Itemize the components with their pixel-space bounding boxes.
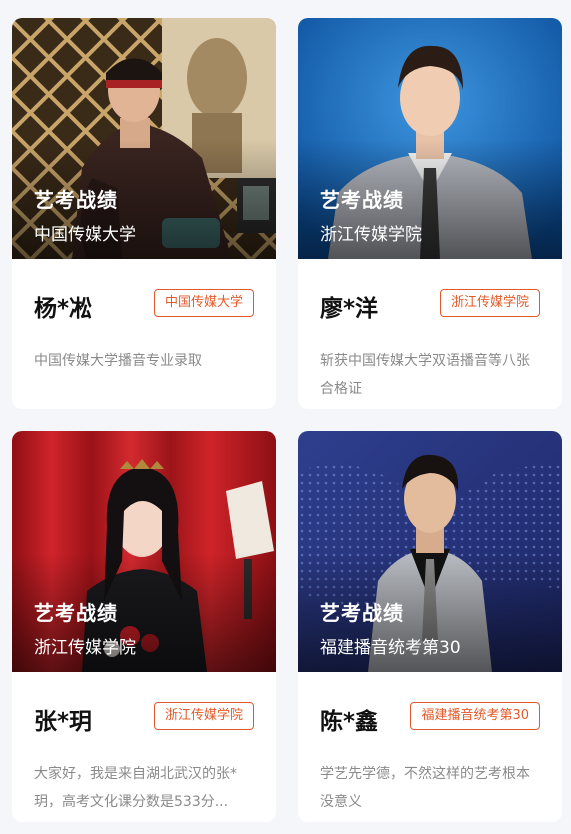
- student-description: 大家好，我是来自湖北武汉的张*玥，高考文化课分数是533分...: [34, 766, 237, 810]
- school-tag: 中国传媒大学: [153, 289, 254, 317]
- school-tag: 浙江传媒学院: [439, 289, 540, 317]
- student-description: 中国传媒大学播音专业录取: [34, 353, 202, 369]
- card-info: 张*玥 浙江传媒学院 大家好，我是来自湖北武汉的张*玥，高考文化课分数是533分…: [12, 672, 276, 822]
- card-info: 陈*鑫 福建播音统考第30 学艺先学德，不然这样的艺考根本没意义: [298, 672, 562, 822]
- student-name: 杨*凇: [34, 296, 93, 322]
- card-info: 杨*凇 中国传媒大学 中国传媒大学播音专业录取: [12, 259, 276, 409]
- photo-title: 艺考战绩: [320, 188, 404, 212]
- student-description: 斩获中国传媒大学双语播音等八张合格证: [320, 353, 530, 397]
- student-card[interactable]: 艺考战绩 浙江传媒学院 廖*洋 浙江传媒学院 斩获中国传媒大学双语播音等八张合格…: [298, 18, 562, 409]
- photo-title: 艺考战绩: [34, 188, 118, 212]
- student-photo: 艺考战绩 浙江传媒学院: [12, 431, 276, 672]
- photo-school: 福建播音统考第30: [320, 638, 461, 658]
- student-name: 陈*鑫: [320, 709, 379, 735]
- school-tag: 福建播音统考第30: [410, 702, 540, 730]
- photo-school: 浙江传媒学院: [320, 225, 422, 245]
- student-photo: 艺考战绩 福建播音统考第30: [298, 431, 562, 672]
- student-card-grid: 艺考战绩 中国传媒大学 杨*凇 中国传媒大学 中国传媒大学播音专业录取 艺考战绩…: [12, 18, 562, 822]
- student-card[interactable]: 艺考战绩 福建播音统考第30 陈*鑫 福建播音统考第30 学艺先学德，不然这样的…: [298, 431, 562, 822]
- school-tag: 浙江传媒学院: [153, 702, 254, 730]
- student-photo: 艺考战绩 浙江传媒学院: [298, 18, 562, 259]
- student-name: 廖*洋: [320, 296, 379, 322]
- card-info: 廖*洋 浙江传媒学院 斩获中国传媒大学双语播音等八张合格证: [298, 259, 562, 409]
- student-card[interactable]: 艺考战绩 浙江传媒学院 张*玥 浙江传媒学院 大家好，我是来自湖北武汉的张*玥，…: [12, 431, 276, 822]
- student-description: 学艺先学德，不然这样的艺考根本没意义: [320, 766, 530, 810]
- photo-school: 浙江传媒学院: [34, 638, 136, 658]
- photo-title: 艺考战绩: [320, 601, 404, 625]
- student-name: 张*玥: [34, 709, 93, 735]
- student-photo: 艺考战绩 中国传媒大学: [12, 18, 276, 259]
- photo-school: 中国传媒大学: [34, 225, 136, 245]
- student-card[interactable]: 艺考战绩 中国传媒大学 杨*凇 中国传媒大学 中国传媒大学播音专业录取: [12, 18, 276, 409]
- photo-title: 艺考战绩: [34, 601, 118, 625]
